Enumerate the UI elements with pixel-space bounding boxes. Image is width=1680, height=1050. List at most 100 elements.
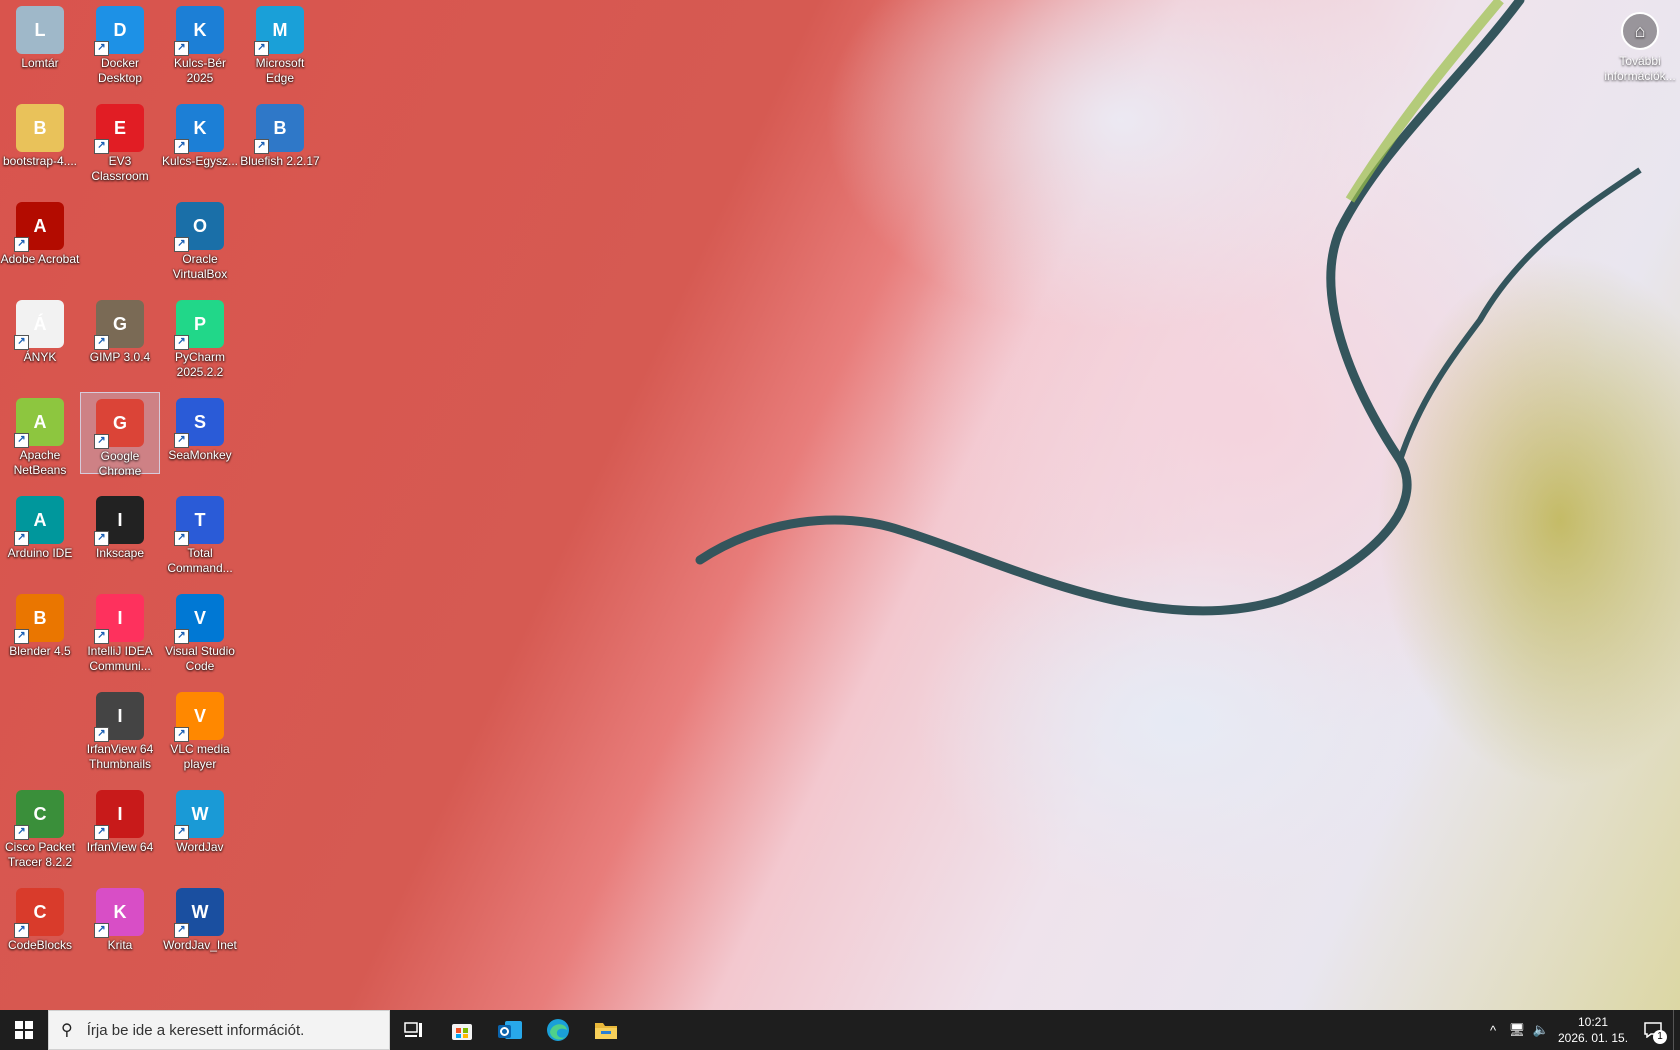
desktop-shortcut-edge[interactable]: M ↗ Microsoft Edge: [240, 0, 320, 85]
folder-icon: B: [16, 104, 64, 152]
start-button[interactable]: [0, 1010, 48, 1050]
desktop-shortcut-virtualbox[interactable]: O ↗ Oracle VirtualBox: [160, 196, 240, 281]
vscode-icon: V ↗: [174, 594, 224, 644]
desktop-shortcut-label: Total Command...: [167, 546, 233, 575]
virtualbox-icon: O ↗: [174, 202, 224, 252]
desktop-shortcut-ev3[interactable]: E ↗ EV3 Classroom: [80, 98, 160, 183]
shortcut-arrow-icon: ↗: [94, 825, 109, 840]
search-box[interactable]: ⚲: [48, 1010, 390, 1050]
irfanview-icon: I ↗: [94, 790, 144, 840]
search-icon: ⚲: [61, 1022, 73, 1039]
desktop-shortcut-label: Arduino IDE: [7, 546, 73, 560]
spotlight-info[interactable]: ⌂ További információk...: [1600, 8, 1680, 84]
desktop-shortcut-label: ÁNYK: [23, 350, 57, 364]
desktop-shortcut-vlc[interactable]: V ↗ VLC media player: [160, 686, 240, 771]
folder-icon: [595, 1023, 617, 1039]
desktop-shortcut-label: Oracle VirtualBox: [172, 252, 228, 281]
show-desktop-button[interactable]: [1673, 1010, 1680, 1050]
chevron-up-icon[interactable]: ^: [1481, 1023, 1505, 1038]
edge-taskbar-button[interactable]: [534, 1010, 582, 1050]
store-icon: [452, 1024, 472, 1040]
shortcut-arrow-icon: ↗: [174, 433, 189, 448]
desktop-shortcut-label: PyCharm 2025.2.2: [174, 350, 225, 379]
shortcut-arrow-icon: ↗: [94, 727, 109, 742]
chrome-icon: G ↗: [94, 399, 144, 449]
shortcut-arrow-icon: ↗: [14, 237, 29, 252]
desktop-shortcut-wordjav-inet[interactable]: W ↗ WordJav_Inet: [160, 882, 240, 964]
desktop-shortcut-panda[interactable]: I ↗ IrfanView 64 Thumbnails: [80, 686, 160, 771]
packet-tracer-icon: C ↗: [14, 790, 64, 840]
search-input[interactable]: [84, 1020, 369, 1040]
desktop-shortcut-label: WordJav_Inet: [163, 938, 237, 952]
shortcut-arrow-icon: ↗: [14, 825, 29, 840]
spotlight-info-label: További információk...: [1604, 54, 1676, 83]
desktop-shortcut-total-commander[interactable]: T ↗ Total Command...: [160, 490, 240, 575]
desktop-shortcut-label: Inkscape: [95, 546, 145, 560]
microsoft-store-button[interactable]: [438, 1010, 486, 1050]
vlc-icon: V ↗: [174, 692, 224, 742]
desktop-shortcut-packet-tracer[interactable]: C ↗ Cisco Packet Tracer 8.2.2: [0, 784, 80, 869]
shortcut-arrow-icon: ↗: [174, 531, 189, 546]
shortcut-arrow-icon: ↗: [94, 41, 109, 56]
desktop-shortcut-intellij[interactable]: I ↗ IntelliJ IDEA Communi...: [80, 588, 160, 673]
shortcut-arrow-icon: ↗: [14, 335, 29, 350]
desktop-shortcut-label: GIMP 3.0.4: [89, 350, 151, 364]
desktop-shortcut-chrome[interactable]: G ↗ Google Chrome: [80, 392, 160, 478]
shortcut-arrow-icon: ↗: [174, 923, 189, 938]
system-tray: ^ 🖥 🔈 10:21 2026. 01. 15. 1: [1481, 1010, 1680, 1050]
desktop-shortcut-label: IntelliJ IDEA Communi...: [87, 644, 153, 673]
desktop-shortcut-seamonkey[interactable]: S ↗ SeaMonkey: [160, 392, 240, 474]
bluefish-icon: B ↗: [254, 104, 304, 154]
desktop-shortcut-label: bootstrap-4....: [2, 154, 78, 168]
volume-muted-icon[interactable]: 🔈: [1529, 1022, 1553, 1038]
desktop-shortcut-acrobat[interactable]: A ↗ Adobe Acrobat: [0, 196, 80, 278]
network-icon[interactable]: 🖥: [1505, 1022, 1529, 1038]
netbeans-icon: A ↗: [14, 398, 64, 448]
desktop-shortcut-label: Microsoft Edge: [255, 56, 305, 85]
desktop-shortcut-label: CodeBlocks: [7, 938, 73, 952]
desktop-shortcut-bluefish[interactable]: B ↗ Bluefish 2.2.17: [240, 98, 320, 180]
clock[interactable]: 10:21 2026. 01. 15.: [1553, 1014, 1633, 1046]
desktop-shortcut-blender[interactable]: B ↗ Blender 4.5: [0, 588, 80, 670]
blender-icon: B ↗: [14, 594, 64, 644]
desktop-shortcut-pycharm[interactable]: P ↗ PyCharm 2025.2.2: [160, 294, 240, 379]
desktop-shortcut-document[interactable]: Á ↗ ÁNYK: [0, 294, 80, 376]
desktop-shortcut-label: WordJav: [176, 840, 224, 854]
desktop-shortcut-label: Cisco Packet Tracer 8.2.2: [4, 840, 76, 869]
recycle-bin-icon: L: [16, 6, 64, 54]
desktop-shortcut-recycle-bin[interactable]: L Lomtár: [0, 0, 80, 82]
desktop-shortcut-kulcs-egysz[interactable]: K ↗ Kulcs-Egysz...: [160, 98, 240, 180]
action-center-button[interactable]: 1: [1633, 1010, 1673, 1050]
shortcut-arrow-icon: ↗: [14, 433, 29, 448]
shortcut-arrow-icon: ↗: [174, 41, 189, 56]
desktop-shortcut-netbeans[interactable]: A ↗ Apache NetBeans: [0, 392, 80, 477]
shortcut-arrow-icon: ↗: [174, 335, 189, 350]
desktop-shortcut-folder[interactable]: Bbootstrap-4....: [0, 98, 80, 180]
desktop-shortcut-kulcs-ber[interactable]: K ↗ Kulcs-Bér 2025: [160, 0, 240, 85]
shortcut-arrow-icon: ↗: [174, 629, 189, 644]
file-explorer-button[interactable]: [582, 1010, 630, 1050]
shortcut-arrow-icon: ↗: [94, 531, 109, 546]
desktop-shortcut-arduino[interactable]: A ↗ Arduino IDE: [0, 490, 80, 572]
ev3-icon: E ↗: [94, 104, 144, 154]
desktop-shortcut-wordjav[interactable]: W ↗ WordJav: [160, 784, 240, 866]
desktop-shortcut-codeblocks[interactable]: C ↗ CodeBlocks: [0, 882, 80, 964]
shortcut-arrow-icon: ↗: [174, 727, 189, 742]
desktop-shortcut-docker[interactable]: D ↗ Docker Desktop: [80, 0, 160, 85]
desktop-shortcut-label: Bluefish 2.2.17: [240, 154, 320, 168]
desktop-shortcut-gimp[interactable]: G ↗ GIMP 3.0.4: [80, 294, 160, 376]
desktop-shortcut-label: Visual Studio Code: [165, 644, 235, 673]
desktop-shortcut-vscode[interactable]: V ↗ Visual Studio Code: [160, 588, 240, 673]
shortcut-arrow-icon: ↗: [94, 434, 109, 449]
shortcut-arrow-icon: ↗: [94, 335, 109, 350]
spotlight-info-icon: ⌂: [1621, 12, 1659, 50]
outlook-button[interactable]: [486, 1010, 534, 1050]
shortcut-arrow-icon: ↗: [174, 237, 189, 252]
desktop-shortcut-krita[interactable]: K ↗ Krita: [80, 882, 160, 964]
shortcut-arrow-icon: ↗: [14, 629, 29, 644]
desktop-shortcut-label: Google Chrome: [98, 449, 142, 478]
desktop-shortcut-inkscape[interactable]: I ↗ Inkscape: [80, 490, 160, 572]
task-view-button[interactable]: [390, 1010, 438, 1050]
edge-icon: M ↗: [254, 6, 304, 56]
desktop-shortcut-irfanview[interactable]: I ↗ IrfanView 64: [80, 784, 160, 866]
